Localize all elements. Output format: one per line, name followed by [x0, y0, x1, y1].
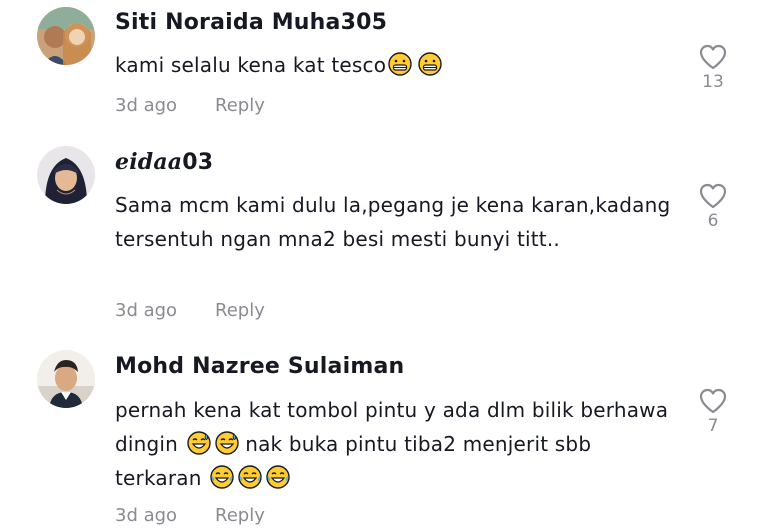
username[interactable]: Mohd Nazree Sulaiman	[115, 354, 404, 379]
heart-outline-icon	[699, 388, 727, 414]
like-button[interactable]: 6	[693, 183, 733, 231]
comment-time: 3d ago	[115, 505, 178, 526]
comment-text: Sama mcm kami dulu la,pegang je kena kar…	[115, 193, 671, 251]
like-button[interactable]: 7	[693, 388, 733, 436]
comment-text-content: kami selalu kena kat tesco	[115, 53, 387, 77]
like-count: 13	[702, 72, 724, 92]
tears-of-joy-emoji	[238, 465, 262, 489]
reply-button[interactable]: Reply	[215, 95, 265, 116]
like-count: 7	[707, 416, 719, 436]
username[interactable]: Siti Noraida Muha305	[115, 10, 387, 35]
grinning-face-emoji	[388, 52, 412, 76]
comment-time: 3d ago	[115, 300, 178, 321]
like-button[interactable]: 13	[693, 44, 733, 92]
grinning-face-emoji	[418, 52, 442, 76]
heart-outline-icon	[699, 183, 727, 209]
grinning-sweat-emoji	[214, 431, 239, 455]
reply-button[interactable]: Reply	[215, 300, 265, 321]
username-stylized: eidaa	[115, 149, 183, 175]
heart-outline-icon	[699, 44, 727, 70]
reply-button[interactable]: Reply	[215, 505, 265, 526]
comment-text: kami selalu kena kat tesco	[115, 48, 675, 82]
avatar[interactable]	[37, 350, 95, 408]
comment-text: pernah kena kat tombol pintu y ada dlm b…	[115, 393, 675, 495]
avatar[interactable]	[37, 146, 95, 204]
comment-meta: 3d ago Reply	[115, 300, 265, 321]
grinning-sweat-emoji	[186, 431, 211, 455]
username-suffix: 03	[182, 150, 214, 175]
comment-meta: 3d ago Reply	[115, 95, 265, 116]
avatar[interactable]	[37, 7, 95, 65]
tears-of-joy-emoji	[210, 465, 234, 489]
tears-of-joy-emoji	[266, 465, 290, 489]
comment-meta: 3d ago Reply	[115, 505, 265, 526]
comment-time: 3d ago	[115, 95, 178, 116]
username[interactable]: eidaa03	[115, 149, 213, 175]
like-count: 6	[707, 211, 719, 231]
